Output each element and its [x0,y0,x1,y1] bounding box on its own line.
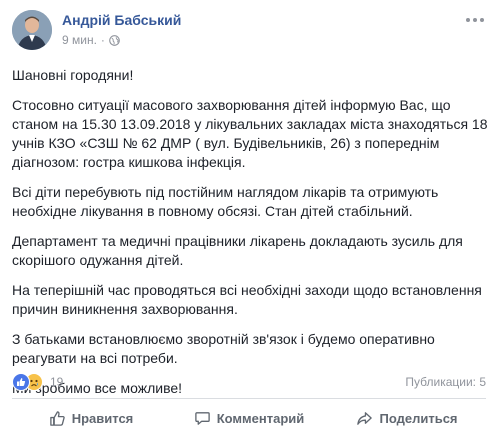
author-name[interactable]: Андрій Бабський [62,12,181,28]
reactions-summary[interactable]: 19 [12,373,63,391]
like-label: Нравится [71,410,134,426]
comments-count[interactable]: Публикации: 5 [405,375,486,389]
more-dot [466,18,470,22]
thumbs-up-icon [49,410,65,426]
more-dot [480,18,484,22]
share-button[interactable]: Поделиться [328,402,486,434]
avatar-photo [12,10,52,50]
reactions-bar: 19 Публикации: 5 [12,372,486,392]
comment-button[interactable]: Комментарий [170,402,328,434]
share-label: Поделиться [379,410,458,426]
comment-label: Комментарий [216,410,305,426]
meta-separator: · [100,33,105,47]
post-header: Андрій Бабський 9 мин. · [12,10,486,54]
comment-icon [194,411,210,425]
facebook-post: Андрій Бабський 9 мин. · Шановні городян… [0,0,498,441]
share-icon [357,411,373,425]
like-button[interactable]: Нравится [12,402,170,434]
actions-divider [12,398,486,399]
post-paragraph: Департамент та медичні працівники лікаре… [12,233,463,268]
reaction-count: 19 [50,375,64,389]
post-timestamp[interactable]: 9 мин. [62,33,97,47]
post-paragraph: На теперішній час проводяться всі необхі… [12,282,482,317]
reaction-icons [12,373,46,391]
post-meta: 9 мин. · [62,33,120,47]
post-paragraph: Шановні городяни! [12,67,134,83]
more-options-icon[interactable] [464,12,486,28]
author-avatar[interactable] [12,10,52,50]
post-actions: Нравится Комментарий Поделиться [12,400,486,436]
post-paragraph: Всі діти перебувють під постійним нагляд… [12,184,439,219]
globe-icon[interactable] [109,34,120,46]
post-paragraph: З батьками встановлюємо зворотній зв'язо… [12,331,435,366]
like-reaction-icon [12,373,30,391]
more-dot [473,18,477,22]
post-paragraph: Стосовно ситуації масового захворювання … [12,97,488,170]
post-text: Шановні городяни! Стосовно ситуації масо… [12,66,488,409]
